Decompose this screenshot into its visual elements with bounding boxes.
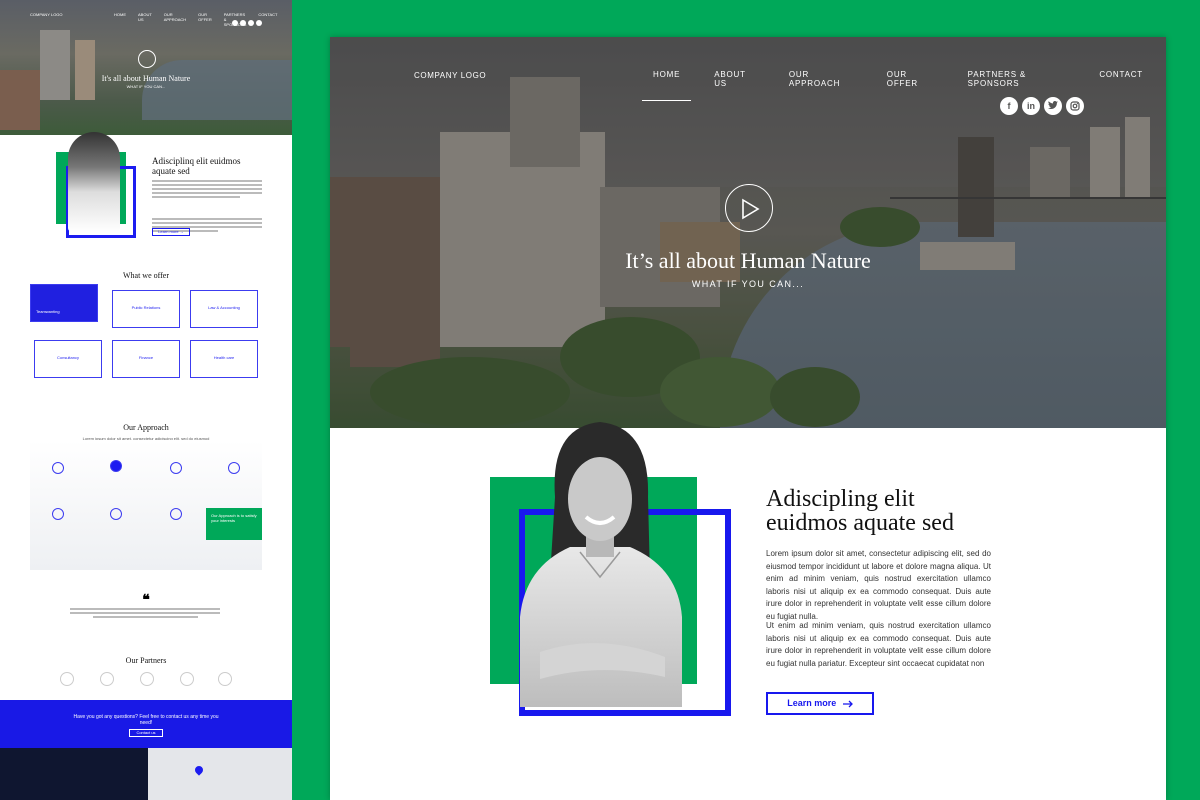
- preview-play-icon: [138, 50, 156, 68]
- preview-approach-icon: [228, 462, 240, 474]
- nav-item-home[interactable]: HOME: [642, 67, 692, 101]
- hero-title: It’s all about Human Nature: [625, 248, 871, 273]
- about-paragraph-1: Lorem ipsum dolor sit amet, consectetur …: [766, 549, 991, 621]
- preview-map: [148, 748, 292, 800]
- company-logo[interactable]: COMPANY LOGO: [414, 71, 486, 80]
- preview-contact-button: Contact us: [129, 729, 163, 737]
- preview-offer-card: Health care: [190, 340, 258, 378]
- preview-approach-icon: [52, 508, 64, 520]
- preview-hero-title: It's all about Human Nature: [101, 74, 191, 83]
- instagram-icon[interactable]: [1066, 97, 1084, 115]
- preview-building: [40, 30, 70, 100]
- preview-partner-logo: [100, 672, 114, 686]
- preview-partner-logo: [60, 672, 74, 686]
- preview-partner-logo: [140, 672, 154, 686]
- play-video-button[interactable]: [725, 184, 773, 232]
- learn-more-button[interactable]: Learn more: [766, 692, 874, 715]
- preview-hero: COMPANY LOGO HOME ABOUT US OUR APPROACH …: [0, 0, 292, 135]
- nav-item-contact[interactable]: CONTACT: [1088, 67, 1154, 101]
- preview-testimonial-text: [70, 608, 220, 620]
- preview-approach-title: Our Approach: [123, 423, 169, 432]
- arrow-right-icon: [842, 700, 853, 708]
- preview-approach-icon: [170, 508, 182, 520]
- main-nav: HOME ABOUT US OUR APPROACH OUR OFFER PAR…: [642, 67, 1166, 101]
- preview-cta-text: Have you got any questions? Feel free to…: [73, 714, 219, 726]
- preview-approach-icon: [52, 462, 64, 474]
- about-title-line-1: Adiscipling elit: [766, 486, 915, 512]
- preview-social-icons: [232, 20, 262, 26]
- preview-offer-card: Public Relations: [112, 290, 180, 328]
- nav-item-our-offer[interactable]: OUR OFFER: [876, 67, 945, 101]
- linkedin-icon[interactable]: in: [1022, 97, 1040, 115]
- about-paragraph-2: Ut enim ad minim veniam, quis nostrud ex…: [766, 621, 991, 668]
- preview-offer-card: Law & Accounting: [190, 290, 258, 328]
- twitter-icon[interactable]: [1044, 97, 1062, 115]
- preview-footer: [0, 748, 148, 800]
- preview-building: [75, 40, 95, 100]
- preview-about-text: [152, 180, 262, 234]
- about-title: Adiscipling elit euidmos aquate sed: [766, 487, 1026, 535]
- learn-more-label: Learn more: [787, 698, 837, 708]
- preview-approach-green-box: Our Approach is to satisfy your interest…: [206, 508, 262, 540]
- preview-learn-button: Learn more →: [152, 228, 190, 236]
- preview-partner-logo: [180, 672, 194, 686]
- preview-offer-title: What we offer: [122, 271, 170, 280]
- preview-offer-card: Teamwanting: [30, 284, 98, 322]
- preview-approach-icon: [110, 460, 122, 472]
- hero-section: COMPANY LOGO HOME ABOUT US OUR APPROACH …: [330, 37, 1166, 428]
- play-icon: [742, 198, 760, 220]
- preview-offer-card: Consultancy: [34, 340, 102, 378]
- preview-nav-item: OUR APPROACH: [163, 12, 187, 22]
- preview-nav-item: HOME: [114, 12, 126, 17]
- preview-nav-item: OUR OFFER: [198, 12, 212, 22]
- nav-item-about-us[interactable]: ABOUT US: [703, 67, 766, 101]
- hero-subtitle: WHAT IF YOU CAN...: [691, 279, 805, 289]
- preview-logo: COMPANY LOGO: [30, 12, 63, 17]
- preview-hero-subtitle: WHAT IF YOU CAN...: [126, 84, 166, 89]
- preview-about-title: Adisciplinq elit euidmos aquate sed: [152, 156, 241, 176]
- about-title-line-2: euidmos aquate sed: [766, 510, 954, 536]
- preview-portrait: [68, 132, 120, 232]
- preview-partner-logo: [218, 672, 232, 686]
- landing-page: COMPANY LOGO HOME ABOUT US OUR APPROACH …: [330, 37, 1166, 800]
- preview-nav-item: ABOUT US: [138, 12, 152, 22]
- preview-partners-title: Our Partners: [125, 656, 167, 665]
- preview-approach-icon: [110, 508, 122, 520]
- preview-nav: COMPANY LOGO HOME ABOUT US OUR APPROACH …: [30, 12, 277, 27]
- full-page-preview: COMPANY LOGO HOME ABOUT US OUR APPROACH …: [0, 0, 292, 800]
- preview-approach-grid: [30, 440, 262, 570]
- nav-item-our-approach[interactable]: OUR APPROACH: [778, 67, 864, 101]
- preview-offer-card: Finance: [112, 340, 180, 378]
- preview-quote-icon: ❝: [142, 593, 150, 608]
- preview-river-image: [142, 60, 292, 120]
- social-links: f in: [1000, 97, 1084, 115]
- woman-portrait: [520, 422, 682, 707]
- nav-item-partners-sponsors[interactable]: PARTNERS & SPONSORS: [957, 67, 1077, 101]
- preview-approach-icon: [170, 462, 182, 474]
- facebook-icon[interactable]: f: [1000, 97, 1018, 115]
- preview-contact-banner: Have you got any questions? Feel free to…: [0, 700, 292, 748]
